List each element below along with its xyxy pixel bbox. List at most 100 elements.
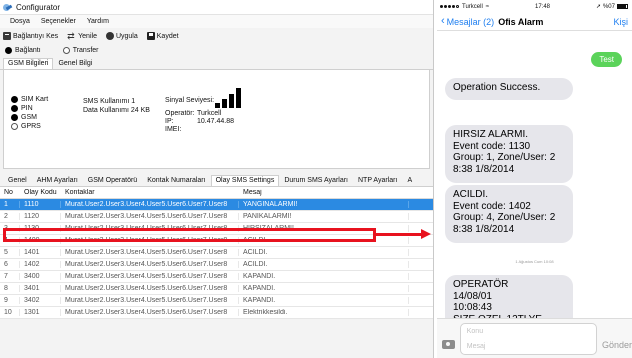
event-code-cell[interactable]: 1301	[20, 309, 61, 316]
imei-label: IMEI:	[165, 126, 182, 133]
tab-general-info[interactable]: Genel Bilgi	[53, 58, 97, 69]
disconnect-button[interactable]: Bağlantıyı Kes	[3, 32, 58, 40]
back-label: Mesajlar (2)	[446, 16, 495, 27]
message-cell[interactable]: ACILDI.	[239, 249, 409, 256]
table-row[interactable]: 10 1301 Murat.User2.User3.User4.User5.User…	[0, 307, 433, 319]
compose-fields: Konu Mesaj	[459, 322, 597, 355]
message-cell[interactable]: KAPANDI.	[239, 285, 409, 292]
radio-connection-label: Bağlantı	[15, 47, 41, 54]
status-pin-label: PIN	[21, 105, 33, 112]
message-cell[interactable]: KAPANDI.	[239, 297, 409, 304]
conversation-header: ‹ Mesajlar (2) Ofis Alarm Kişi	[437, 13, 632, 31]
settings-tab[interactable]: Durum SMS Ayarları	[279, 175, 353, 186]
message-timestamp: 1 Ağustos Cum 10:08	[515, 259, 554, 264]
message-thread[interactable]: Test Operation Success. 1 Ağustos Cum 08…	[437, 31, 632, 337]
row-no-cell[interactable]: 10	[0, 309, 20, 316]
radio-connection[interactable]: Bağlantı	[5, 47, 41, 54]
event-code-cell[interactable]: 1110	[20, 201, 61, 208]
row-no-cell[interactable]: 9	[0, 297, 20, 304]
settings-tab[interactable]: Kontak Numaraları	[142, 175, 210, 186]
save-button[interactable]: Kaydet	[146, 32, 179, 40]
row-no-cell[interactable]: 5	[0, 249, 20, 256]
row-no-cell[interactable]: 2	[0, 213, 20, 220]
send-button[interactable]: Gönder	[602, 340, 632, 350]
contacts-cell[interactable]: Murat.User2.User3.User4.User5.User6.User…	[61, 261, 239, 268]
back-button[interactable]: ‹ Mesajlar (2)	[441, 15, 495, 27]
settings-tab[interactable]: AHM Ayarları	[32, 175, 83, 186]
event-code-cell[interactable]: 1120	[20, 213, 61, 220]
contacts-cell[interactable]: Murat.User2.User3.User4.User5.User6.User…	[61, 297, 239, 304]
event-code-cell[interactable]: 3402	[20, 297, 61, 304]
compose-bar: Konu Mesaj Gönder	[437, 318, 632, 358]
configurator-window: Configurator Dosya Seçenekler Yardım Bağ…	[0, 0, 434, 358]
message-cell[interactable]: Elektrikkesildi.	[239, 309, 409, 316]
menu-item-file[interactable]: Dosya	[10, 18, 30, 25]
contact-details-button[interactable]: Kişi	[613, 17, 628, 27]
table-row[interactable]: 1 1110 Murat.User2.User3.User4.User5.User6…	[0, 199, 433, 211]
event-code-cell[interactable]: 3401	[20, 285, 61, 292]
message-cell[interactable]: KAPANDI.	[239, 273, 409, 280]
message-field[interactable]: Mesaj	[467, 343, 596, 350]
arrow-line	[376, 233, 422, 236]
menu-item-options[interactable]: Seçenekler	[41, 18, 76, 25]
settings-tab[interactable]: NTP Ayarları	[353, 175, 402, 186]
status-gprs-label: GPRS	[21, 123, 41, 130]
column-header-contacts[interactable]: Kontaklar	[61, 189, 239, 196]
message-cell[interactable]: PANIKALARMI!	[239, 213, 409, 220]
table-row[interactable]: 6 1402 Murat.User2.User3.User4.User5.User6…	[0, 259, 433, 271]
chevron-left-icon: ‹	[441, 15, 445, 27]
window-title: Configurator	[16, 2, 61, 12]
message-cell[interactable]: YANGINALARMI!	[239, 201, 409, 208]
status-list: SIM Kart PIN GSM GPRS	[11, 96, 48, 130]
table-row[interactable]: 2 1120 Murat.User2.User3.User4.User5.User6…	[0, 211, 433, 223]
contacts-cell[interactable]: Murat.User2.User3.User4.User5.User6.User…	[61, 249, 239, 256]
connection-mode-group: Bağlantı Transfer	[0, 44, 433, 57]
status-bar-left: Turkcell ≈	[440, 4, 489, 10]
camera-icon[interactable]	[442, 340, 455, 349]
refresh-button[interactable]: ⇄ Yenile	[67, 32, 97, 41]
settings-tab[interactable]: Olay SMS Settings	[210, 175, 280, 186]
menu-item-help[interactable]: Yardım	[87, 18, 109, 25]
table-header: No Olay Kodu Kontaklar Mesaj	[0, 187, 433, 199]
table-row[interactable]: 9 3402 Murat.User2.User3.User4.User5.User6…	[0, 295, 433, 307]
operator-label: Operatör:	[165, 110, 195, 117]
subject-field[interactable]: Konu	[467, 328, 596, 335]
contacts-cell[interactable]: Murat.User2.User3.User4.User5.User6.User…	[61, 201, 239, 208]
table-row[interactable]: 5 1401 Murat.User2.User3.User4.User5.User6…	[0, 247, 433, 259]
contacts-cell[interactable]: Murat.User2.User3.User4.User5.User6.User…	[61, 309, 239, 316]
row-no-cell[interactable]: 6	[0, 261, 20, 268]
event-code-cell[interactable]: 3400	[20, 273, 61, 280]
ip-value: 10.47.44.88	[197, 118, 234, 125]
status-sim-label: SIM Kart	[21, 96, 49, 103]
highlight-box	[3, 228, 376, 242]
tab-gsm-info[interactable]: GSM Bilgileri	[3, 58, 54, 69]
radio-transfer[interactable]: Transfer	[62, 47, 99, 54]
status-on-icon	[11, 105, 18, 112]
row-no-cell[interactable]: 8	[0, 285, 20, 292]
table-row[interactable]: 8 3401 Murat.User2.User3.User4.User5.User6…	[0, 283, 433, 295]
incoming-message: Operation Success.	[445, 78, 573, 100]
settings-tab[interactable]: Genel	[3, 175, 32, 186]
column-header-message[interactable]: Mesaj	[239, 189, 409, 196]
column-header-no[interactable]: No	[0, 189, 20, 196]
phone-messages-screen: Turkcell ≈ 17:48 ➚ %07 ‹ Mesajlar (2) Of…	[437, 0, 632, 358]
contacts-cell[interactable]: Murat.User2.User3.User4.User5.User6.User…	[61, 273, 239, 280]
contacts-cell[interactable]: Murat.User2.User3.User4.User5.User6.User…	[61, 213, 239, 220]
carrier-name: Turkcell	[462, 3, 483, 10]
outgoing-message: Test	[591, 52, 622, 67]
row-no-cell[interactable]: 1	[0, 201, 20, 208]
message-cell[interactable]: ACILDI.	[239, 261, 409, 268]
event-code-cell[interactable]: 1401	[20, 249, 61, 256]
settings-tab[interactable]: GSM Operatörü	[83, 175, 142, 186]
contact-name: Ofis Alarm	[498, 16, 544, 27]
apply-button[interactable]: Uygula	[105, 32, 138, 40]
row-no-cell[interactable]: 7	[0, 273, 20, 280]
column-header-event-code[interactable]: Olay Kodu	[20, 189, 61, 196]
info-tabs: GSM Bilgileri Genel Bilgi	[0, 57, 433, 70]
table-row[interactable]: 7 3400 Murat.User2.User3.User4.User5.User6…	[0, 271, 433, 283]
refresh-label: Yenile	[78, 32, 97, 40]
settings-tab[interactable]: A	[402, 175, 417, 186]
event-code-cell[interactable]: 1402	[20, 261, 61, 268]
event-sms-table: No Olay Kodu Kontaklar Mesaj 1 1110 Murat.…	[0, 187, 433, 319]
contacts-cell[interactable]: Murat.User2.User3.User4.User5.User6.User…	[61, 285, 239, 292]
